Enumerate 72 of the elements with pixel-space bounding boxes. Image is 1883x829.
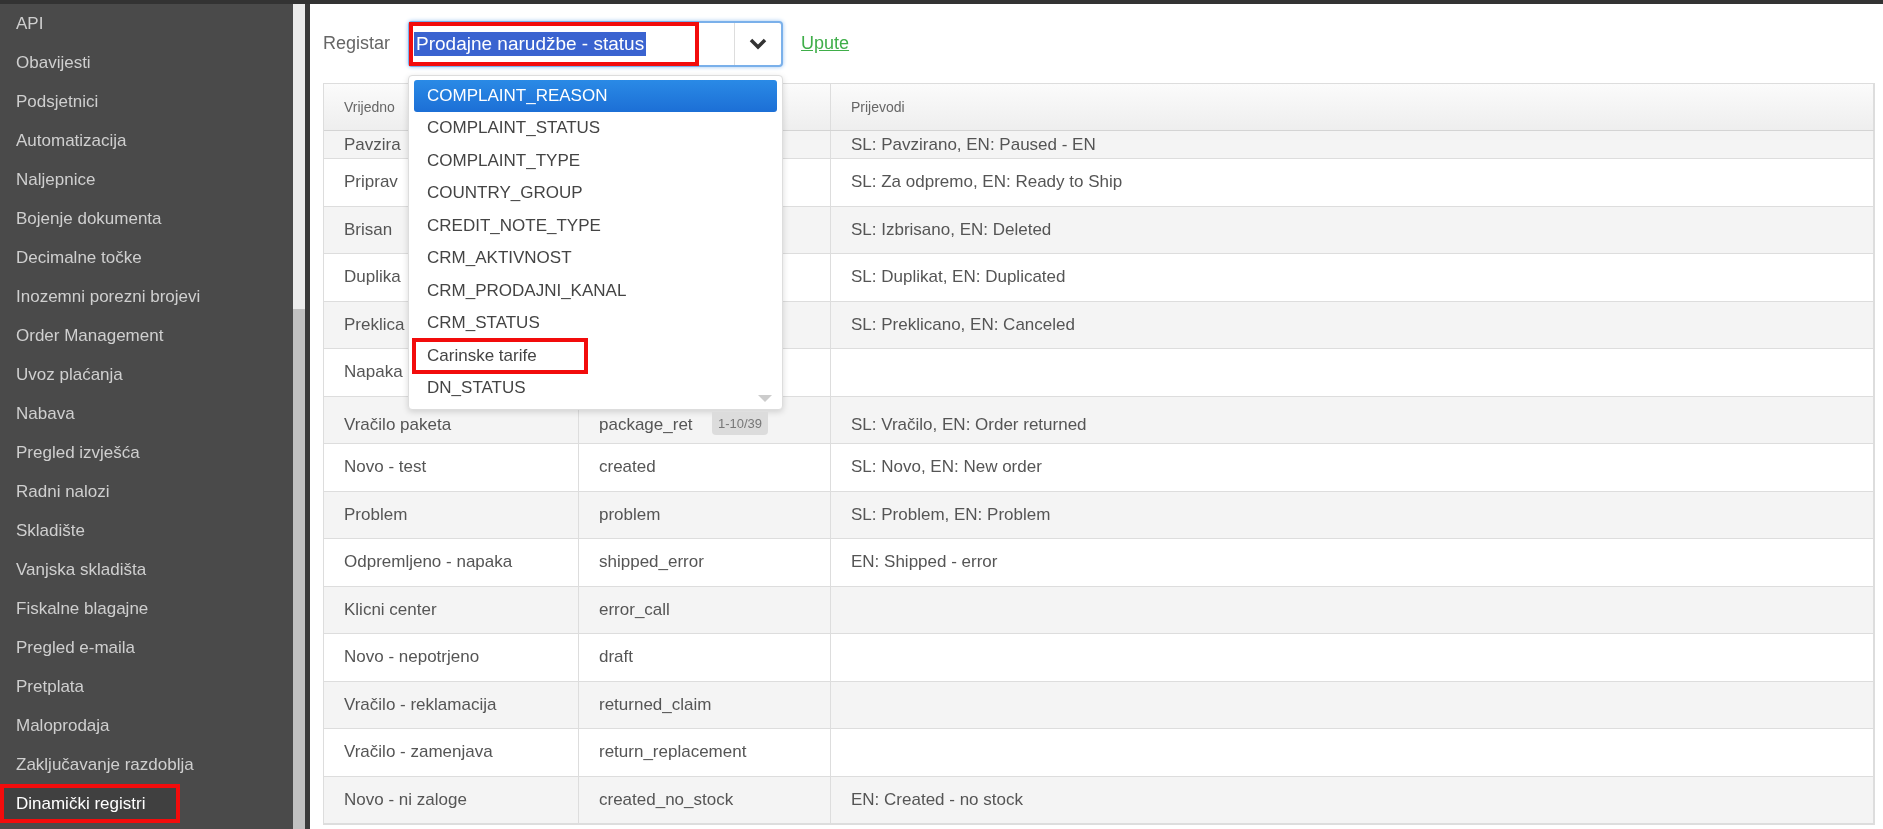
table-cell: Novo - test: [344, 457, 427, 478]
dropdown-option[interactable]: Carinske tarife: [414, 339, 587, 372]
sidebar-item[interactable]: API: [0, 4, 293, 43]
scroll-down-icon: [758, 394, 773, 403]
dropdown-option[interactable]: CRM_AKTIVNOST: [414, 242, 778, 275]
sidebar-item[interactable]: Fiskalne blagajne: [0, 589, 293, 628]
sidebar-item[interactable]: Podsjetnici: [0, 82, 293, 121]
table-cell: Pavzira: [344, 134, 401, 155]
sidebar-item[interactable]: Order Management: [0, 316, 293, 355]
dropdown-option[interactable]: DN_STATUS: [414, 372, 778, 405]
table-cell: Napaka: [344, 362, 403, 383]
table-cell: Vračilo - reklamacija: [344, 694, 497, 715]
table-cell: created_no_stock: [599, 789, 734, 810]
sidebar-item[interactable]: Naljepnice: [0, 160, 293, 199]
table-cell: draft: [599, 647, 634, 668]
table-cell: SL: Izbrisano, EN: Deleted: [851, 219, 1052, 240]
dropdown-option[interactable]: COMPLAINT_TYPE: [414, 144, 778, 177]
table-cell: SL: Problem, EN: Problem: [851, 504, 1051, 525]
sidebar-item[interactable]: Radni nalozi: [0, 472, 293, 511]
table-cell: Vračilo - zamenjava: [344, 742, 493, 763]
table-cell: Priprav: [344, 172, 398, 193]
chevron-down-icon: [749, 37, 768, 50]
table-cell: Brisan: [344, 219, 393, 240]
sidebar-item[interactable]: Maloprodaja: [0, 706, 293, 745]
sidebar-item[interactable]: Zaključavanje razdoblja: [0, 745, 293, 784]
register-label: Registar: [323, 33, 391, 54]
sidebar-item[interactable]: Dinamički registri: [0, 784, 180, 823]
table-cell: Problem: [344, 504, 408, 525]
sidebar-item[interactable]: Pregled e-maila: [0, 628, 293, 667]
table-cell: SL: Novo, EN: New order: [851, 457, 1042, 478]
sidebar-item[interactable]: Bojenje dokumenta: [0, 199, 293, 238]
table-cell: EN: Shipped - error: [851, 552, 998, 573]
dropdown-option[interactable]: CREDIT_NOTE_TYPE: [414, 209, 778, 242]
table-cell: Duplika: [344, 267, 401, 288]
sidebar-item[interactable]: Automatizacija: [0, 121, 293, 160]
table-cell: SL: Vračilo, EN: Order returned: [851, 414, 1087, 435]
sidebar-item[interactable]: Skladište: [0, 511, 293, 550]
table-cell: Novo - nepotrjeno: [344, 647, 480, 668]
table-cell: SL: Za odpremo, EN: Ready to Ship: [851, 172, 1123, 193]
table-cell: return_replacement: [599, 742, 747, 763]
table-cell: error_call: [599, 599, 670, 620]
table-cell: shipped_error: [599, 552, 704, 573]
table-cell: Klicni center: [344, 599, 437, 620]
dropdown-option[interactable]: COUNTRY_GROUP: [414, 177, 778, 210]
table-cell: Vračilo paketa: [344, 414, 452, 435]
dropdown-option[interactable]: CRM_PRODAJNI_KANAL: [414, 274, 778, 307]
table-cell: SL: Pavzirano, EN: Paused - EN: [851, 134, 1096, 155]
dropdown-option[interactable]: CRM_STATUS: [414, 307, 778, 340]
column-header[interactable]: Prijevodi: [851, 99, 905, 115]
sidebar-item[interactable]: Obavijesti: [0, 43, 293, 82]
table-cell: returned_claim: [599, 694, 712, 715]
sidebar-item[interactable]: Inozemni porezni brojevi: [0, 277, 293, 316]
table-cell: problem: [599, 504, 661, 525]
sidebar-item[interactable]: Vanjska skladišta: [0, 550, 293, 589]
sidebar-item[interactable]: Pretplata: [0, 667, 293, 706]
table-cell: created: [599, 457, 656, 478]
table-cell: Novo - ni zaloge: [344, 789, 467, 810]
table-cell: EN: Created - no stock: [851, 789, 1023, 810]
sidebar-item[interactable]: Nabava: [0, 394, 293, 433]
dropdown-option[interactable]: COMPLAINT_STATUS: [414, 112, 778, 145]
table-cell: SL: Duplikat, EN: Duplicated: [851, 267, 1066, 288]
sidebar-item[interactable]: Decimalne točke: [0, 238, 293, 277]
scrollbar-thumb[interactable]: [293, 309, 305, 829]
table-cell: package_ret: [599, 414, 693, 435]
table-cell: Odpremljeno - napaka: [344, 552, 513, 573]
sidebar-item[interactable]: Pregled izvješća: [0, 433, 293, 472]
register-select[interactable]: Prodajne narudžbe - status: [408, 20, 784, 67]
dropdown-option[interactable]: COMPLAINT_REASON: [414, 79, 778, 112]
table-cell: SL: Preklicano, EN: Canceled: [851, 314, 1075, 335]
column-header[interactable]: Vrijedno: [344, 99, 395, 115]
table-cell: Preklica: [344, 314, 405, 335]
sidebar-item[interactable]: Uvoz plaćanja: [0, 355, 293, 394]
